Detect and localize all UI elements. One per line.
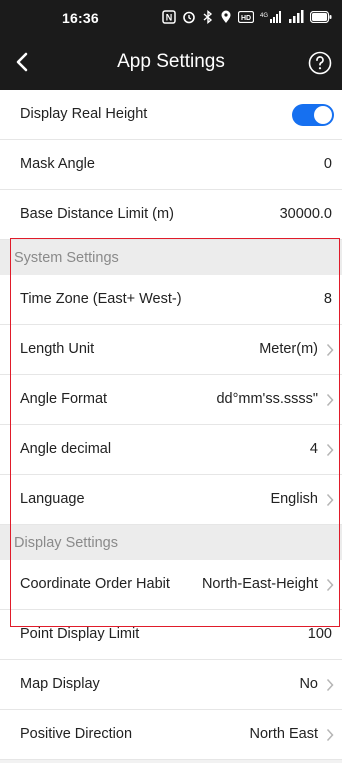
section-header-system-settings: System Settings — [0, 240, 342, 275]
battery-icon — [310, 11, 332, 23]
nfc-icon: N — [162, 10, 176, 24]
alarm-icon — [183, 11, 195, 24]
row-value: North-East-Height — [201, 576, 318, 592]
row-value: 0 — [323, 156, 332, 172]
chevron-right-icon — [326, 393, 334, 407]
row-label: Coordinate Order Habit — [20, 576, 170, 592]
row-mask-angle[interactable]: Mask Angle 0 — [0, 140, 342, 190]
chevron-right-icon — [326, 493, 334, 507]
row-angle-decimal[interactable]: Angle decimal 4 — [0, 425, 342, 475]
chevron-right-icon — [326, 343, 334, 357]
row-label: Map Display — [20, 676, 100, 692]
row-value: 30000.0 — [279, 206, 332, 222]
row-language[interactable]: Language English — [0, 475, 342, 525]
row-map-display[interactable]: Map Display No — [0, 660, 342, 710]
row-value: Meter(m) — [259, 341, 318, 357]
row-value: English — [270, 491, 318, 507]
section-header-display-settings: Display Settings — [0, 525, 342, 560]
row-label: Mask Angle — [20, 156, 95, 172]
row-label: Language — [20, 491, 85, 507]
row-value: dd°mm'ss.ssss" — [216, 391, 318, 407]
chevron-right-icon — [326, 578, 334, 592]
row-label: Point Display Limit — [20, 626, 140, 642]
app-bar: App Settings — [0, 35, 342, 90]
signal-4g-icon: 4G — [260, 11, 281, 23]
svg-text:HD: HD — [241, 15, 251, 22]
row-label: Length Unit — [20, 341, 95, 357]
hd-icon: HD — [238, 11, 254, 23]
svg-text:N: N — [166, 13, 173, 23]
row-point-display-limit[interactable]: Point Display Limit 100 — [0, 610, 342, 660]
row-label: Positive Direction — [20, 726, 133, 742]
row-positive-direction[interactable]: Positive Direction North East — [0, 710, 342, 760]
location-icon — [221, 10, 231, 23]
row-coordinate-order-habit[interactable]: Coordinate Order Habit North-East-Height — [0, 560, 342, 610]
row-value: 8 — [323, 291, 332, 307]
row-label: Display Real Height — [20, 106, 148, 122]
row-value: 100 — [307, 626, 332, 642]
chevron-right-icon — [326, 728, 334, 742]
status-icons: N HD 4G — [162, 8, 332, 26]
display-real-height-toggle[interactable] — [292, 104, 334, 126]
row-label: Angle decimal — [20, 441, 112, 457]
row-label: Time Zone (East+ West-) — [20, 291, 182, 307]
page-title: App Settings — [117, 51, 225, 72]
row-value: 4 — [309, 441, 318, 457]
row-angle-format[interactable]: Angle Format dd°mm'ss.ssss" — [0, 375, 342, 425]
svg-text:4G: 4G — [260, 13, 268, 19]
help-icon[interactable] — [308, 51, 332, 75]
row-label: Base Distance Limit (m) — [20, 206, 174, 222]
status-bar: 16:36 N HD 4G — [0, 0, 342, 35]
chevron-right-icon — [326, 678, 334, 692]
row-label: Angle Format — [20, 391, 108, 407]
status-time: 16:36 — [62, 10, 99, 26]
signal-icon — [289, 10, 304, 23]
row-time-zone[interactable]: Time Zone (East+ West-) 8 — [0, 275, 342, 325]
row-base-distance-limit[interactable]: Base Distance Limit (m) 30000.0 — [0, 190, 342, 240]
chevron-right-icon — [326, 443, 334, 457]
row-length-unit[interactable]: Length Unit Meter(m) — [0, 325, 342, 375]
row-value: North East — [249, 726, 319, 742]
row-value: No — [299, 676, 318, 692]
section-title: Display Settings — [14, 535, 118, 551]
section-title: System Settings — [14, 250, 119, 266]
bluetooth-icon — [203, 10, 213, 24]
settings-list: Display Real Height Mask Angle 0 Base Di… — [0, 90, 342, 760]
row-display-real-height[interactable]: Display Real Height — [0, 90, 342, 140]
toggle-knob — [314, 106, 332, 124]
